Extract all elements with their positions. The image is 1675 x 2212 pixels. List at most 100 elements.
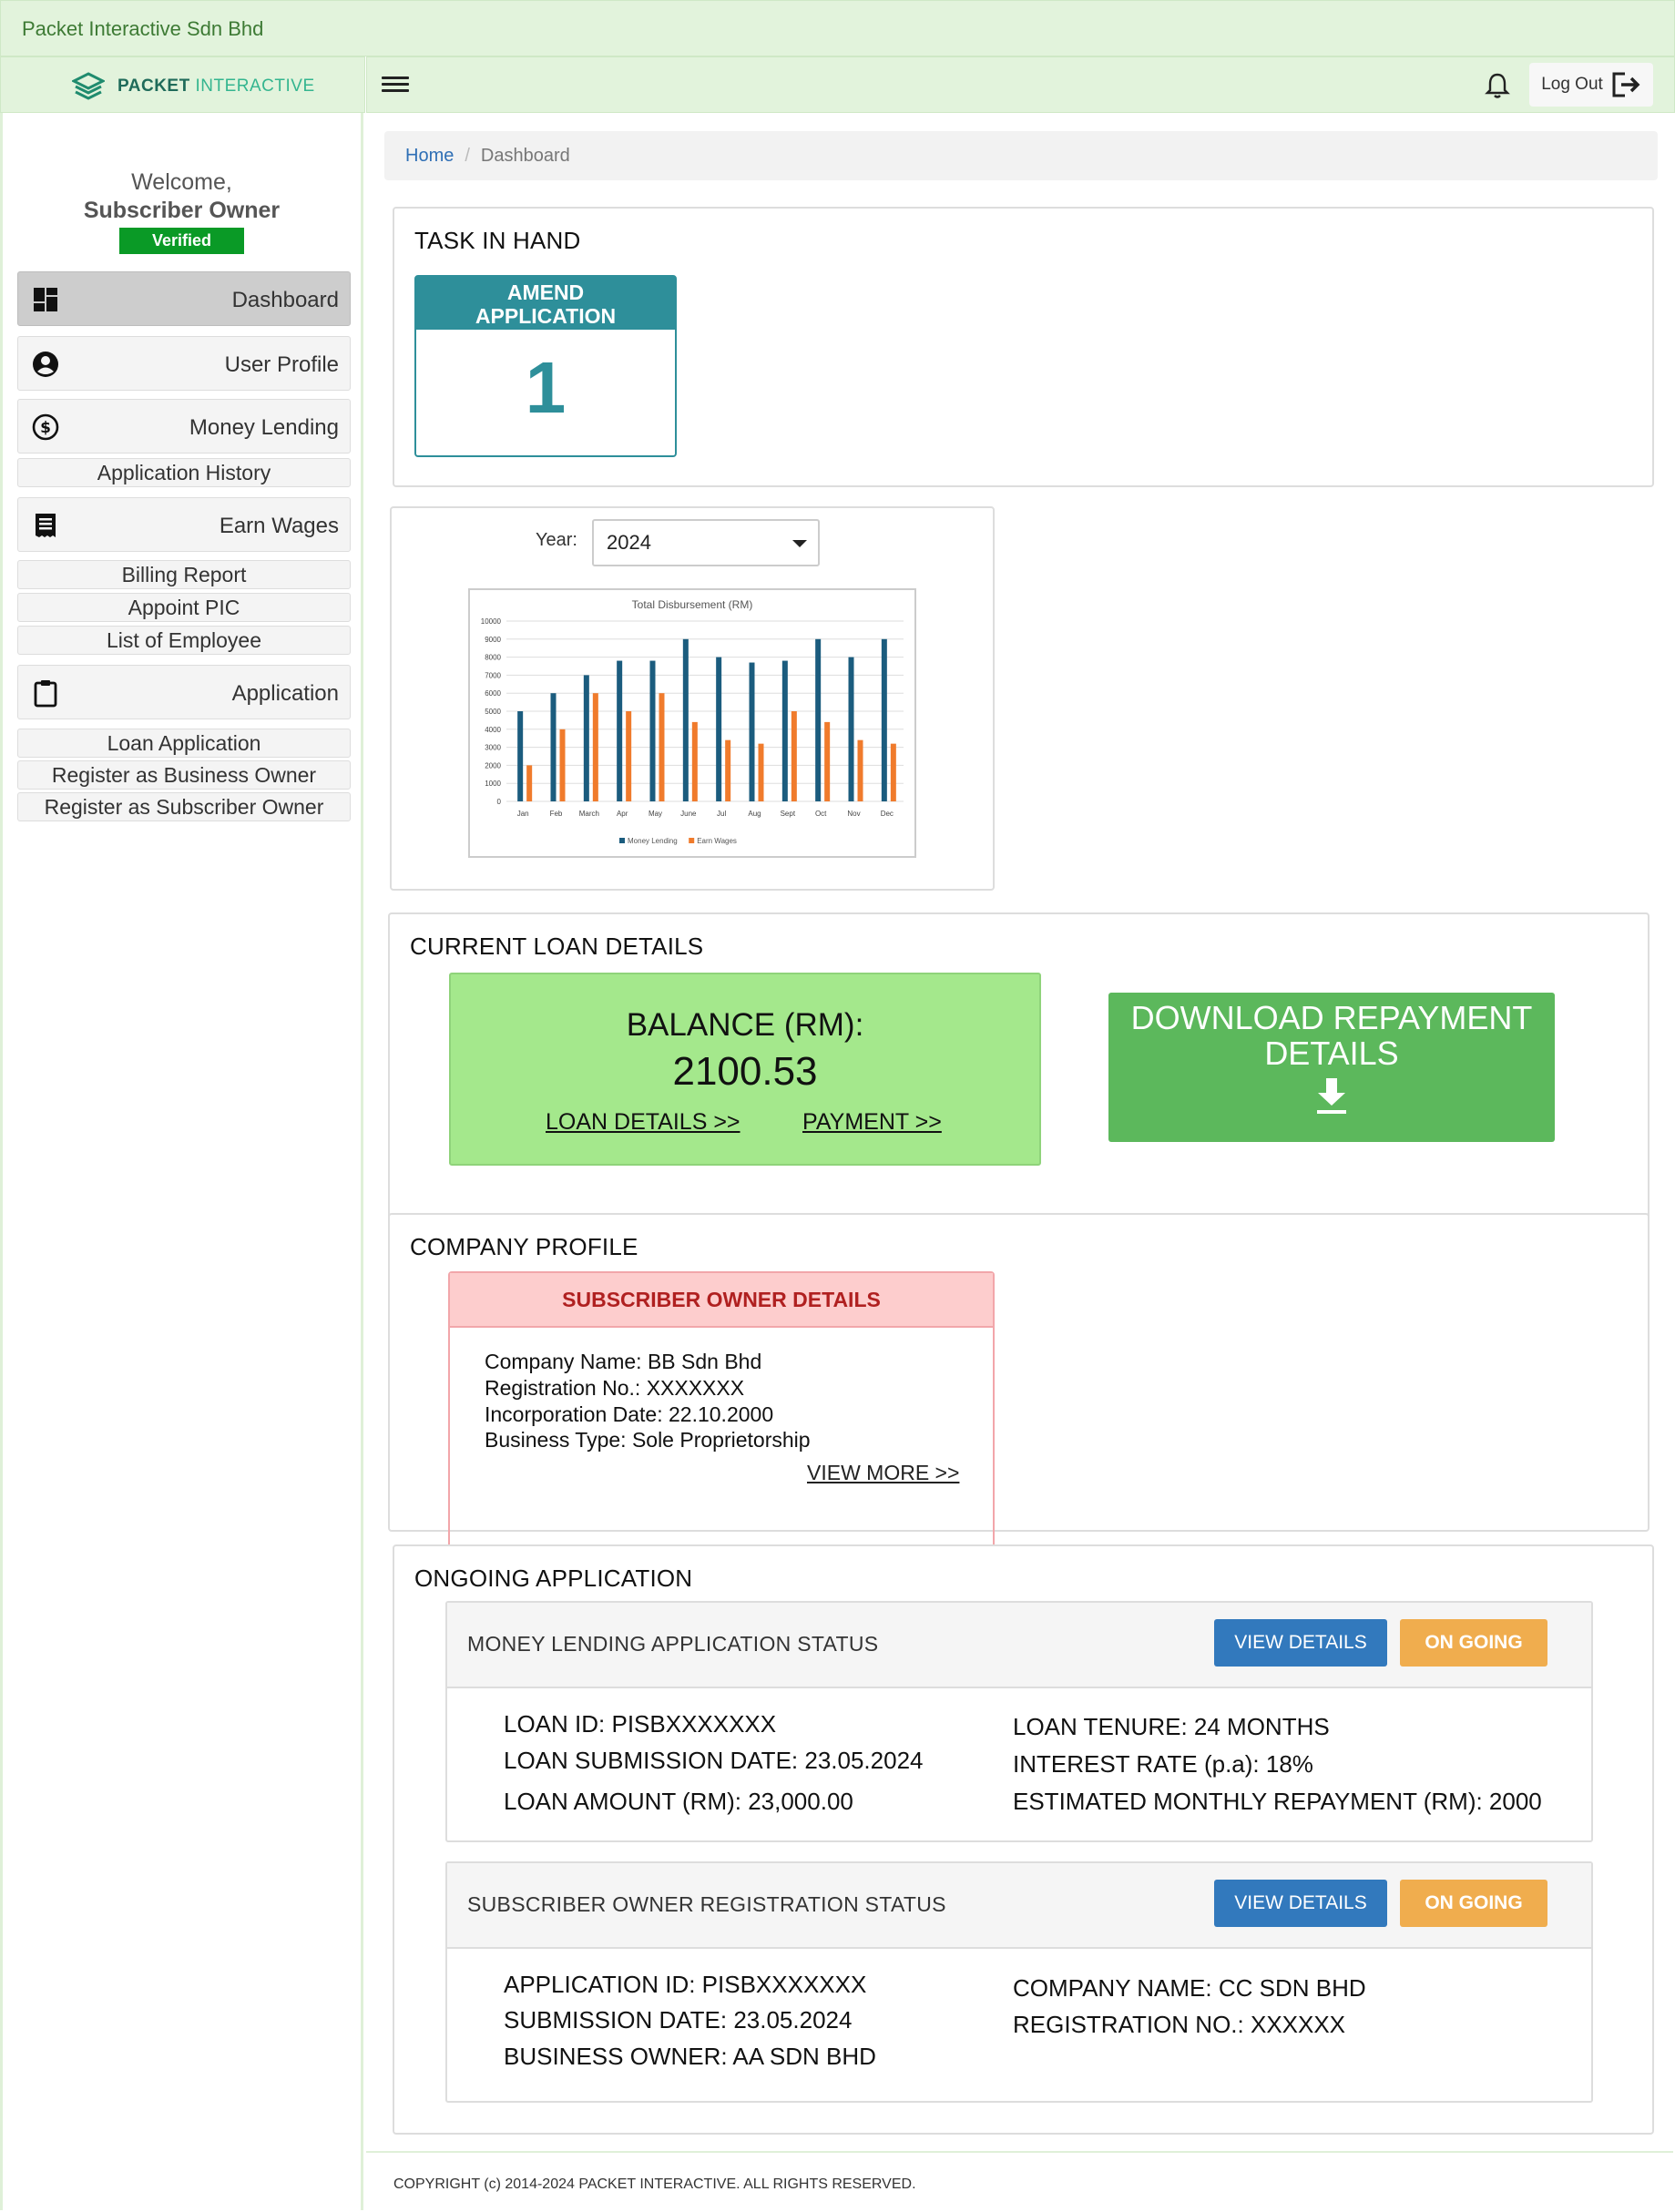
svg-text:$: $ — [40, 419, 51, 437]
legend-swatch — [619, 838, 625, 843]
business-owner: BUSINESS OWNER: AA SDN BHD — [504, 2043, 876, 2070]
payment-link[interactable]: PAYMENT >> — [802, 1109, 942, 1136]
bar-money-lending — [517, 711, 524, 801]
loan-amount: LOAN AMOUNT (RM): 23,000.00 — [504, 1788, 853, 1815]
sidebar-item-label: Dashboard — [231, 288, 339, 312]
x-tick-label: Aug — [748, 810, 761, 818]
sidebar-item-register-business-owner[interactable]: Register as Business Owner — [17, 760, 351, 790]
dollar-circle-icon: $ — [32, 413, 59, 441]
loan-tenure: LOAN TENURE: 24 MONTHS — [1013, 1713, 1330, 1740]
header-bar: Log Out — [366, 56, 1675, 113]
subscriber-owner-status-panel: SUBSCRIBER OWNER REGISTRATION STATUS VIE… — [445, 1861, 1593, 2103]
sidebar-item-billing-report[interactable]: Billing Report — [17, 560, 351, 589]
brand-logo[interactable]: PACKET INTERACTIVE — [72, 72, 315, 101]
balance-panel: BALANCE (RM): 2100.53 LOAN DETAILS >> PA… — [449, 973, 1041, 1166]
welcome-block: Welcome, Subscriber Owner Verified — [3, 169, 361, 254]
company-name: COMPANY NAME: CC SDN BHD — [1013, 1974, 1366, 2002]
y-tick-label: 7000 — [485, 671, 501, 679]
status-badge[interactable]: ON GOING — [1400, 1880, 1547, 1927]
bar-money-lending — [881, 638, 887, 801]
bar-earn-wages — [857, 739, 863, 801]
download-repayment-button[interactable]: DOWNLOAD REPAYMENT DETAILS — [1108, 993, 1555, 1142]
y-tick-label: 10000 — [481, 617, 502, 626]
dashboard-icon — [34, 288, 57, 311]
user-name: Subscriber Owner — [83, 198, 281, 223]
ongoing-application-card: ONGOING APPLICATION MONEY LENDING APPLIC… — [393, 1544, 1654, 2135]
sidebar-item-user-profile[interactable]: User Profile — [17, 336, 351, 391]
bar-money-lending — [583, 675, 589, 801]
bar-earn-wages — [824, 721, 831, 801]
view-more-link[interactable]: VIEW MORE >> — [807, 1461, 959, 1485]
breadcrumb-separator: / — [465, 146, 470, 166]
company-profile-card: COMPANY PROFILE SUBSCRIBER OWNER DETAILS… — [388, 1213, 1649, 1563]
status-badge[interactable]: ON GOING — [1400, 1619, 1547, 1667]
x-tick-label: Apr — [617, 810, 628, 818]
incorporation-date-line: Incorporation Date: 22.10.2000 — [485, 1402, 774, 1426]
legend-label: Money Lending — [628, 837, 678, 845]
chart-title: Total Disbursement (RM) — [632, 598, 753, 611]
y-tick-label: 3000 — [485, 744, 501, 752]
logout-label: Log Out — [1541, 75, 1603, 94]
hamburger-menu-icon[interactable] — [382, 74, 409, 96]
logout-icon — [1612, 72, 1640, 97]
user-circle-icon — [33, 352, 58, 377]
breadcrumb-home-link[interactable]: Home — [405, 146, 454, 166]
sidebar-item-earn-wages[interactable]: Earn Wages — [17, 497, 351, 552]
bar-money-lending — [682, 638, 689, 801]
y-tick-label: 2000 — [485, 761, 501, 770]
sidebar: Welcome, Subscriber Owner Verified Dashb… — [0, 113, 363, 2210]
bar-earn-wages — [592, 693, 598, 801]
view-details-button[interactable]: VIEW DETAILS — [1214, 1619, 1387, 1667]
y-tick-label: 6000 — [485, 689, 501, 698]
y-tick-label: 1000 — [485, 780, 501, 788]
loan-details-link[interactable]: LOAN DETAILS >> — [546, 1109, 740, 1136]
sidebar-item-appoint-pic[interactable]: Appoint PIC — [17, 593, 351, 622]
y-tick-label: 9000 — [485, 636, 501, 644]
y-tick-label: 0 — [497, 798, 502, 806]
x-tick-label: June — [680, 810, 697, 818]
legend-label: Earn Wages — [697, 837, 737, 845]
view-details-button[interactable]: VIEW DETAILS — [1214, 1880, 1387, 1927]
bar-earn-wages — [659, 693, 665, 801]
x-tick-label: May — [649, 810, 662, 818]
bar-money-lending — [815, 638, 822, 801]
current-loan-title: CURRENT LOAN DETAILS — [410, 933, 704, 960]
sidebar-item-label: User Profile — [224, 352, 339, 377]
panel-title: MONEY LENDING APPLICATION STATUS — [467, 1632, 879, 1656]
chart-frame: Total Disbursement (RM) 0 1000 2000 3000 4000… — [468, 588, 916, 858]
x-tick-label: Oct — [815, 810, 827, 818]
ongoing-application-title: ONGOING APPLICATION — [414, 1565, 693, 1592]
bar-earn-wages — [791, 711, 797, 801]
x-tick-label: Sept — [781, 810, 796, 818]
sidebar-item-list-of-employee[interactable]: List of Employee — [17, 626, 351, 655]
sidebar-item-register-subscriber-owner[interactable]: Register as Subscriber Owner — [17, 792, 351, 821]
bar-earn-wages — [691, 721, 698, 801]
balance-label: BALANCE (RM): — [626, 1007, 864, 1043]
x-tick-label: Dec — [881, 810, 894, 818]
sidebar-item-money-lending[interactable]: $ Money Lending — [17, 399, 351, 454]
download-line1: DOWNLOAD REPAYMENT — [1130, 999, 1533, 1036]
welcome-text: Welcome, — [131, 169, 232, 195]
sidebar-item-dashboard[interactable]: Dashboard — [17, 271, 351, 326]
year-selected: 2024 — [607, 531, 651, 554]
year-select[interactable]: 2024 — [592, 519, 820, 566]
bell-icon[interactable] — [1482, 70, 1513, 101]
x-tick-label: Jan — [517, 810, 529, 818]
company-title: Packet Interactive Sdn Bhd — [22, 17, 264, 40]
amend-application-tile[interactable]: AMEND APPLICATION 1 — [414, 275, 677, 457]
sidebar-item-loan-application[interactable]: Loan Application — [17, 729, 351, 758]
layers-logo-icon — [72, 72, 105, 100]
disbursement-chart-card: Year: 2024 Total Disbursement (RM) 0 1000 2… — [390, 506, 995, 891]
company-name-line: Company Name: BB Sdn Bhd — [485, 1350, 762, 1373]
x-tick-label: Jul — [717, 810, 726, 818]
clipboard-icon — [34, 680, 57, 708]
x-tick-label: Nov — [847, 810, 860, 818]
bar-money-lending — [848, 657, 854, 801]
company-profile-title: COMPANY PROFILE — [410, 1233, 638, 1260]
submission-date: SUBMISSION DATE: 23.05.2024 — [504, 2006, 853, 2034]
sidebar-item-application-history[interactable]: Application History — [17, 458, 351, 487]
sidebar-item-application[interactable]: Application — [17, 665, 351, 719]
logout-button[interactable]: Log Out — [1529, 63, 1653, 107]
breadcrumb-current: Dashboard — [480, 146, 570, 166]
breadcrumb: Home / Dashboard — [384, 131, 1658, 180]
